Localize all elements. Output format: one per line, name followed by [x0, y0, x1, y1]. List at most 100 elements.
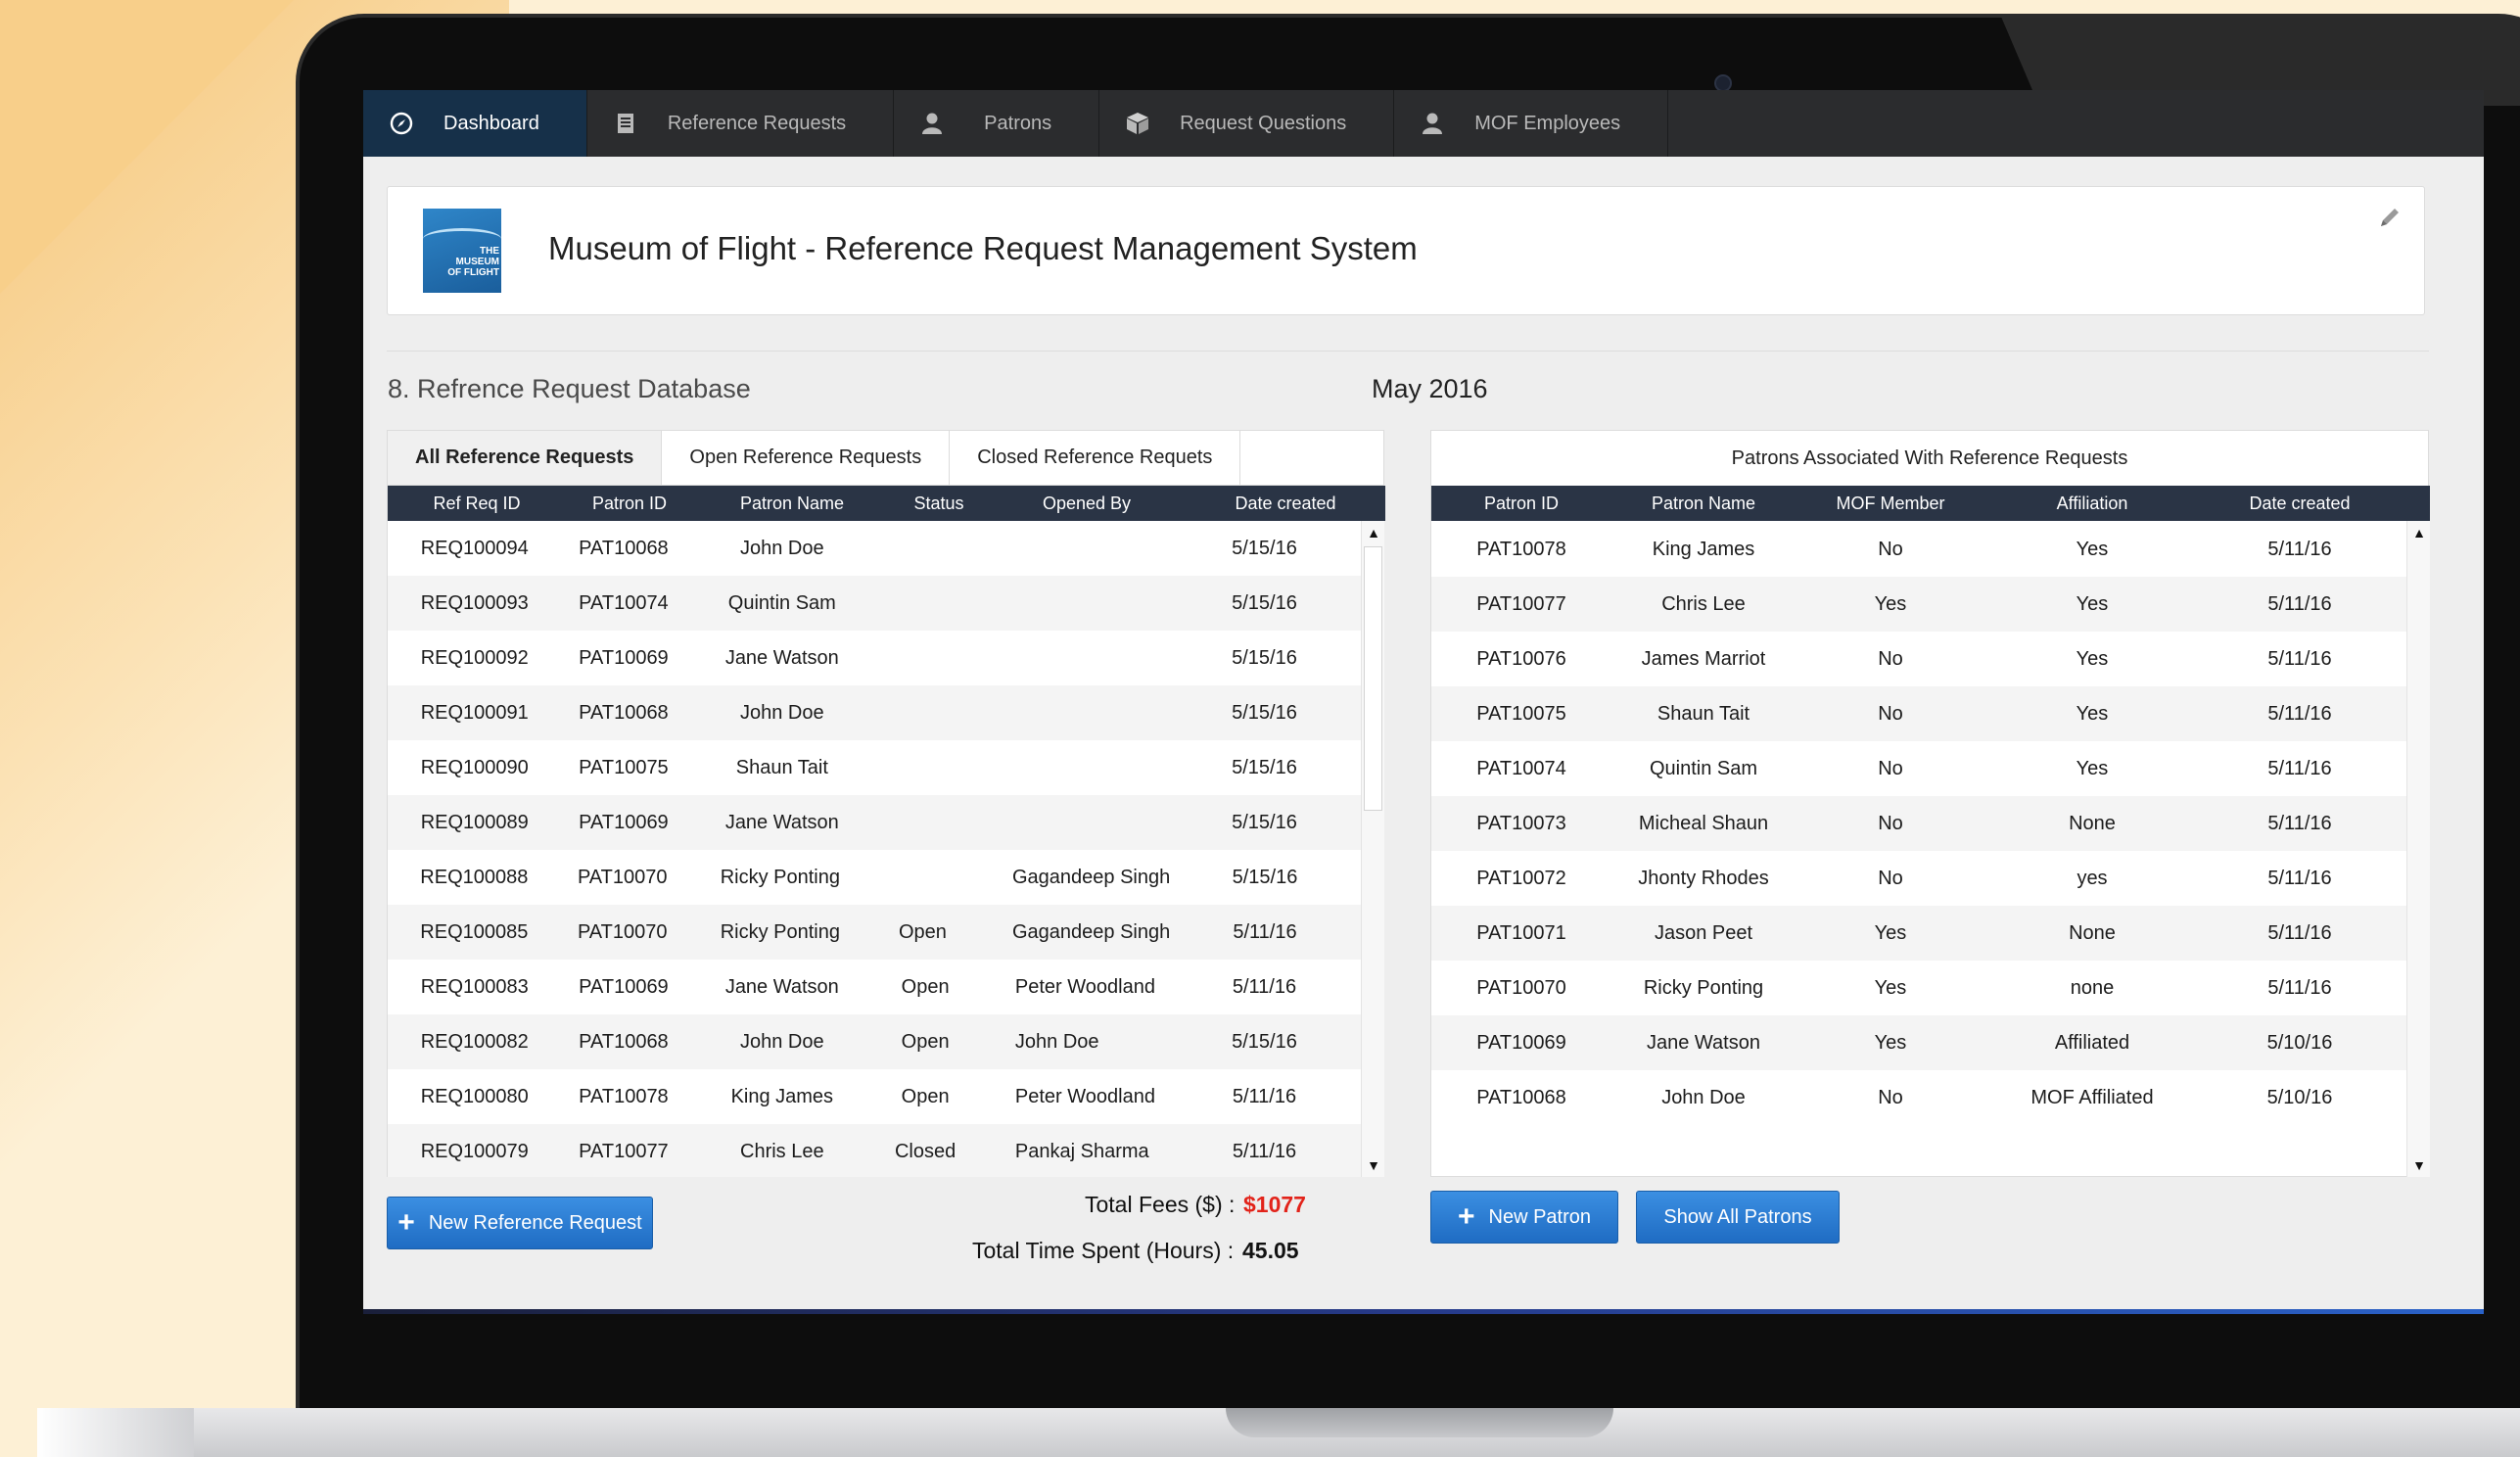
table-cell: PAT10069 — [579, 811, 669, 833]
table-row[interactable]: REQ100089 PAT10069 Jane Watson 5/15/16 — [388, 795, 1361, 850]
table-cell: Jane Watson — [724, 975, 839, 998]
pencil-icon[interactable] — [2377, 205, 2403, 230]
table-cell: No — [1878, 702, 1903, 725]
table-cell: PAT10070 — [577, 920, 668, 943]
requests-scrollbar[interactable]: ▲ ▼ — [1361, 521, 1384, 1177]
scroll-up-icon[interactable]: ▲ — [2407, 521, 2431, 544]
section-title: 8. Refrence Request Database — [388, 374, 751, 403]
column-header[interactable]: Patron ID — [566, 494, 693, 514]
patrons-panel-title: Patrons Associated With Reference Reques… — [1731, 446, 2128, 469]
total-fees-label: Total Fees ($) : — [1085, 1192, 1236, 1217]
nav-label: Patrons — [984, 112, 1052, 134]
table-cell: King James — [1652, 538, 1755, 560]
column-header[interactable]: Patron ID — [1431, 494, 1611, 514]
table-cell: 5/11/16 — [1233, 920, 1297, 943]
table-row[interactable]: PAT10070 Ricky Ponting Yes none 5/11/16 — [1431, 961, 2406, 1015]
table-cell: No — [1878, 1086, 1903, 1108]
table-cell: Peter Woodland — [1014, 975, 1155, 998]
table-row[interactable]: REQ100092 PAT10069 Jane Watson 5/15/16 — [388, 631, 1361, 685]
table-cell: PAT10078 — [1476, 538, 1566, 560]
plus-icon: + — [1457, 1200, 1475, 1233]
table-cell: John Doe — [1661, 1086, 1746, 1108]
show-all-patrons-button[interactable]: Show All Patrons — [1636, 1191, 1840, 1244]
table-cell: REQ100091 — [420, 701, 529, 724]
table-row[interactable]: PAT10075 Shaun Tait No Yes 5/11/16 — [1431, 686, 2406, 741]
patrons-table-body: PAT10078 King James No Yes 5/11/16 PAT10077 Ch… — [1431, 522, 2406, 1125]
nav-item-request-questions[interactable]: Request Questions — [1099, 90, 1395, 157]
page-title: Museum of Flight - Reference Request Man… — [548, 230, 1418, 266]
table-row[interactable]: PAT10068 John Doe No MOF Affiliated 5/10/16 — [1431, 1070, 2406, 1125]
table-row[interactable]: PAT10074 Quintin Sam No Yes 5/11/16 — [1431, 741, 2406, 796]
patrons-scrollbar[interactable]: ▲ ▼ — [2406, 521, 2430, 1177]
table-row[interactable]: PAT10073 Micheal Shaun No None 5/11/16 — [1431, 796, 2406, 851]
table-cell: No — [1878, 867, 1903, 889]
scroll-thumb[interactable] — [1364, 546, 1382, 811]
table-cell: Ricky Ponting — [720, 866, 840, 888]
table-row[interactable]: PAT10071 Jason Peet Yes None 5/11/16 — [1431, 906, 2406, 961]
table-row[interactable]: REQ100083 PAT10069 Jane Watson Open Peter Wo… — [388, 960, 1361, 1014]
table-row[interactable]: REQ100091 PAT10068 John Doe 5/15/16 — [388, 685, 1361, 740]
table-cell: Jane Watson — [724, 646, 839, 669]
table-cell: 5/15/16 — [1232, 866, 1298, 888]
table-row[interactable]: PAT10077 Chris Lee Yes Yes 5/11/16 — [1431, 577, 2406, 632]
table-row[interactable]: PAT10069 Jane Watson Yes Affiliated 5/10/16 — [1431, 1015, 2406, 1070]
nav-label: Reference Requests — [667, 112, 847, 134]
column-header[interactable]: Date created — [1187, 494, 1384, 514]
table-row[interactable]: REQ100082 PAT10068 John Doe Open John Doe 5/1… — [388, 1014, 1361, 1069]
column-header[interactable]: Opened By — [987, 494, 1187, 514]
nav-item-mof-employees[interactable]: MOF Employees — [1394, 90, 1669, 157]
table-row[interactable]: REQ100088 PAT10070 Ricky Ponting Gagandeep … — [388, 850, 1361, 905]
table-cell: PAT10074 — [579, 591, 669, 614]
nav-item-reference-requests[interactable]: Reference Requests — [587, 90, 895, 157]
logo-line: MUSEUM — [455, 257, 499, 267]
column-header[interactable]: Date created — [2199, 494, 2401, 514]
table-cell: PAT10069 — [579, 975, 669, 998]
table-cell: Quintin Sam — [727, 591, 836, 614]
laptop-base-highlight — [37, 1408, 194, 1457]
table-cell: PAT10068 — [579, 537, 669, 559]
table-row[interactable]: REQ100094 PAT10068 John Doe 5/15/16 — [388, 521, 1361, 576]
tab-closed-reference-requests[interactable]: Closed Reference Requets — [950, 431, 1241, 485]
table-cell: Shaun Tait — [735, 756, 828, 778]
tab-open-reference-requests[interactable]: Open Reference Requests — [662, 431, 951, 485]
table-row[interactable]: PAT10072 Jhonty Rhodes No yes 5/11/16 — [1431, 851, 2406, 906]
table-cell: Ricky Ponting — [720, 920, 840, 943]
table-cell: Yes — [2076, 592, 2109, 615]
table-row[interactable]: PAT10076 James Marriot No Yes 5/11/16 — [1431, 632, 2406, 686]
column-header[interactable]: Affiliation — [1985, 494, 2199, 514]
table-row[interactable]: REQ100090 PAT10075 Shaun Tait 5/15/16 — [388, 740, 1361, 795]
table-row[interactable]: REQ100080 PAT10078 King James Open Peter Woo… — [388, 1069, 1361, 1124]
new-reference-request-button[interactable]: + New Reference Request — [387, 1197, 653, 1249]
nav-item-dashboard[interactable]: Dashboard — [363, 90, 587, 157]
table-cell: 5/15/16 — [1232, 646, 1297, 669]
table-cell: PAT10071 — [1476, 921, 1566, 944]
user-icon — [1420, 111, 1445, 136]
tab-all-reference-requests[interactable]: All Reference Requests — [388, 431, 663, 485]
table-cell: REQ100079 — [420, 1140, 529, 1162]
table-cell: 5/11/16 — [2267, 812, 2332, 834]
table-row[interactable]: REQ100085 PAT10070 Ricky Ponting Open Gagand… — [388, 905, 1361, 960]
column-header[interactable]: MOF Member — [1796, 494, 1985, 514]
table-cell: None — [2069, 812, 2116, 834]
button-label: New Patron — [1488, 1205, 1592, 1228]
table-cell: Gagandeep Singh — [1011, 920, 1171, 943]
scroll-down-icon[interactable]: ▼ — [2407, 1153, 2431, 1177]
column-header[interactable]: Patron Name — [693, 494, 891, 514]
table-cell: 5/15/16 — [1232, 701, 1297, 724]
requests-table-header: Ref Req ID Patron ID Patron Name Status … — [388, 486, 1385, 521]
table-cell: Jason Peet — [1654, 921, 1753, 944]
scroll-down-icon[interactable]: ▼ — [1362, 1153, 1385, 1177]
table-row[interactable]: REQ100079 PAT10077 Chris Lee Closed Pankaj S… — [388, 1124, 1361, 1177]
column-header[interactable]: Ref Req ID — [388, 494, 566, 514]
scroll-up-icon[interactable]: ▲ — [1362, 521, 1385, 544]
nav-label: Request Questions — [1180, 112, 1347, 134]
box-icon — [1125, 111, 1150, 136]
table-row[interactable]: REQ100093 PAT10074 Quintin Sam 5/15/16 — [388, 576, 1361, 631]
nav-item-patrons[interactable]: Patrons — [894, 90, 1100, 157]
table-cell: REQ100093 — [420, 591, 529, 614]
column-header[interactable]: Status — [891, 494, 987, 514]
table-row[interactable]: PAT10078 King James No Yes 5/11/16 — [1431, 522, 2406, 577]
table-cell: 5/10/16 — [2266, 1031, 2333, 1054]
new-patron-button[interactable]: + New Patron — [1430, 1191, 1618, 1244]
column-header[interactable]: Patron Name — [1611, 494, 1796, 514]
